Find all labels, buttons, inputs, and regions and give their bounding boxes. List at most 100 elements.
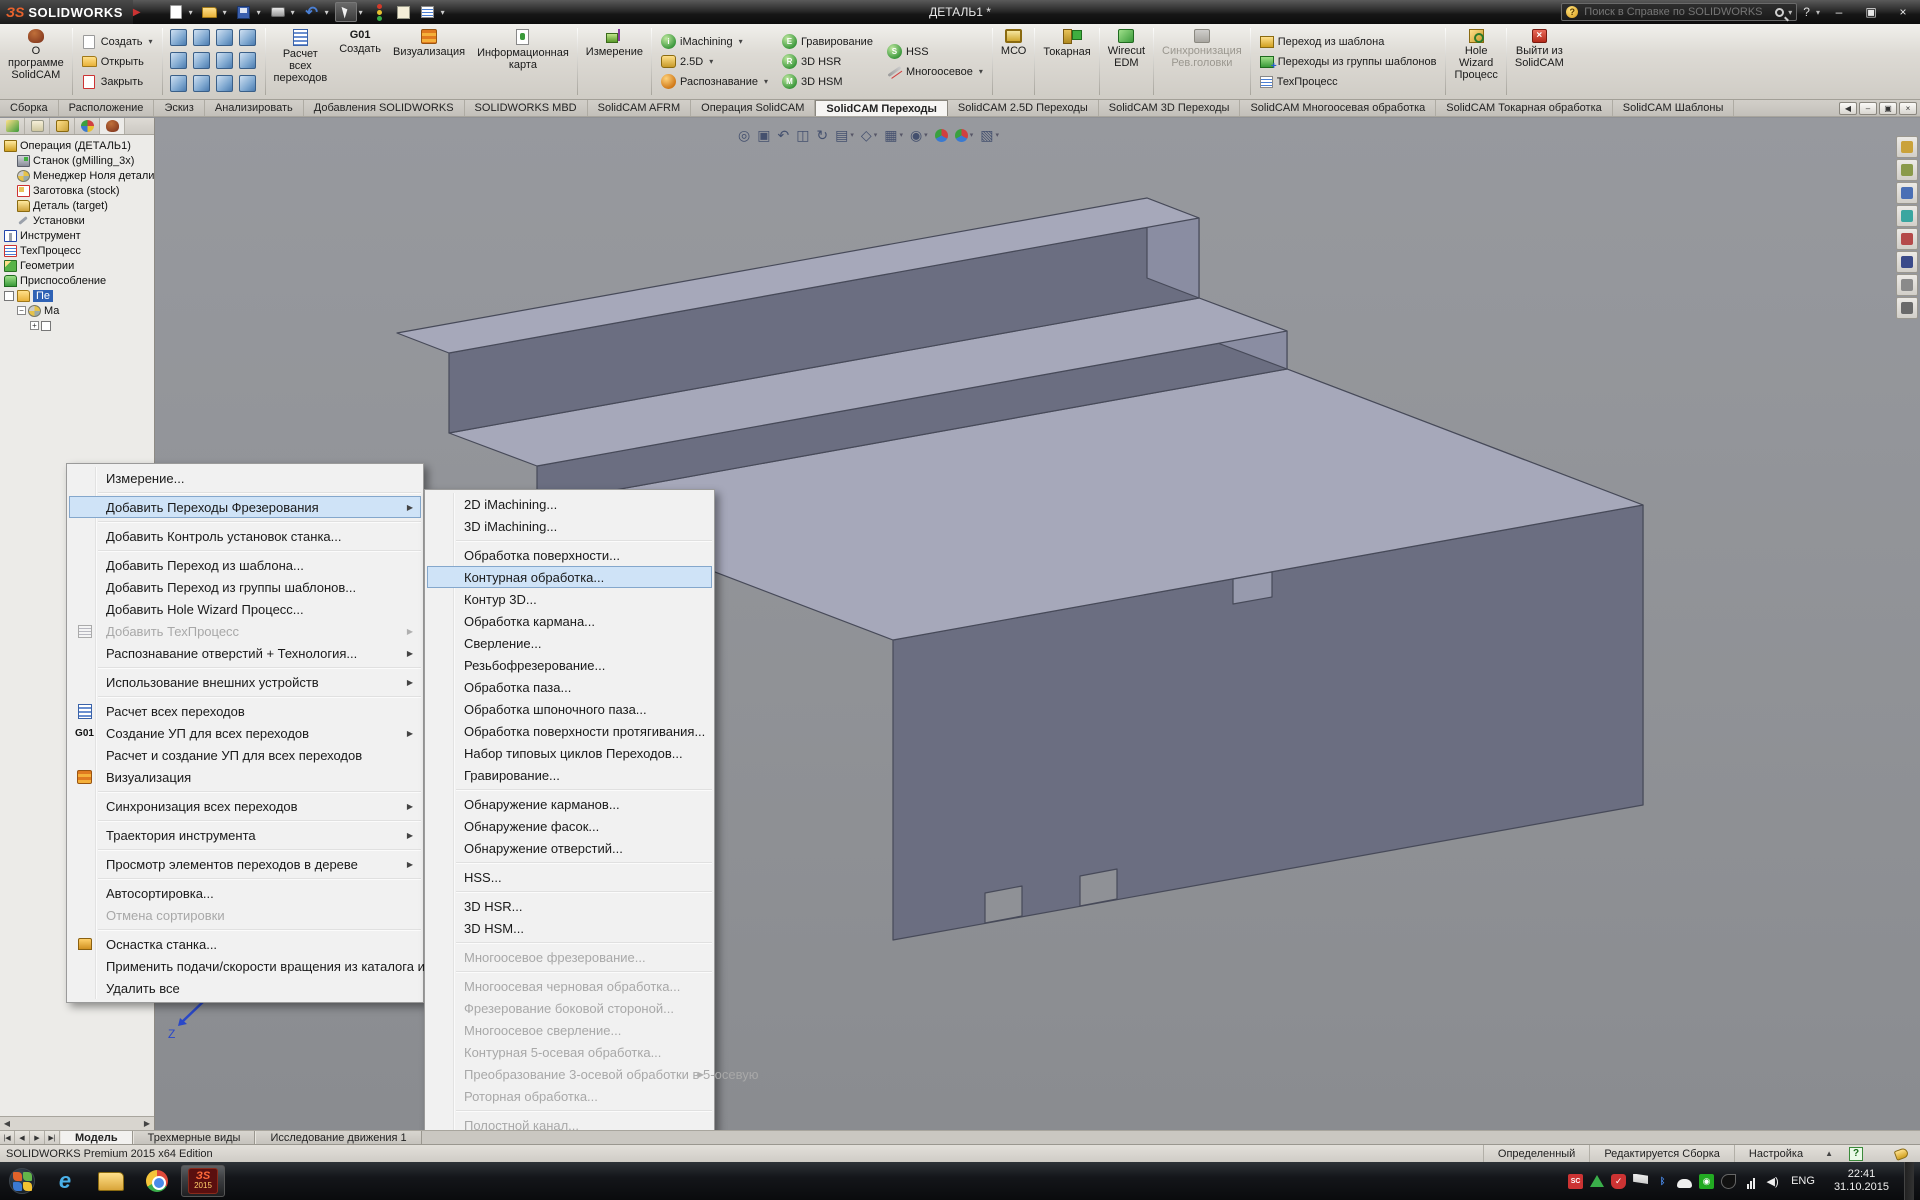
view-cube-icon[interactable] bbox=[170, 29, 187, 46]
menu-item[interactable]: Обработка паза... bbox=[427, 676, 712, 698]
menu-item[interactable]: Сверление... bbox=[427, 632, 712, 654]
tab-расположение[interactable]: Расположение bbox=[59, 100, 155, 116]
tab-solidcam-afrm[interactable]: SolidCAM AFRM bbox=[588, 100, 692, 116]
menu-item[interactable]: Траектория инструмента▶ bbox=[69, 824, 421, 846]
tree-item[interactable]: Инструмент bbox=[2, 228, 154, 243]
properties-button[interactable] bbox=[393, 2, 415, 22]
select-cursor-caret-icon[interactable]: ▾ bbox=[359, 8, 367, 17]
view-cube-icon[interactable] bbox=[193, 75, 210, 92]
scroll-left-icon[interactable]: ◀ bbox=[0, 1119, 14, 1128]
cam-home-button[interactable] bbox=[1896, 136, 1918, 158]
simulation-button[interactable]: Визуализация bbox=[387, 25, 471, 98]
new-document-button[interactable] bbox=[165, 2, 187, 22]
menu-item[interactable]: Применить подачи/скорости вращения из ка… bbox=[69, 955, 421, 977]
cam-stock-button[interactable] bbox=[1896, 228, 1918, 250]
volume-icon[interactable]: ◀) bbox=[1765, 1174, 1780, 1189]
operation-from-template-button[interactable]: Переход из шаблона bbox=[1257, 33, 1440, 51]
mco-button[interactable]: МСО bbox=[995, 25, 1032, 98]
view-cube-icon[interactable] bbox=[193, 29, 210, 46]
search-icon[interactable] bbox=[1775, 8, 1784, 17]
menu-item[interactable]: Расчет всех переходов bbox=[69, 700, 421, 722]
doc-tab[interactable]: Модель bbox=[60, 1131, 133, 1144]
help-button[interactable]: ? bbox=[1803, 5, 1810, 19]
view-cube-icon[interactable] bbox=[193, 52, 210, 69]
tab-property-manager[interactable] bbox=[25, 118, 50, 134]
tab-solidcam-manager[interactable] bbox=[100, 118, 125, 134]
menu-item[interactable]: Набор типовых циклов Переходов... bbox=[427, 742, 712, 764]
view-cube-icon[interactable] bbox=[216, 29, 233, 46]
hole-wizard-process-button[interactable]: HoleWizardПроцесс bbox=[1448, 25, 1503, 98]
restore-doc-button[interactable]: ▣ bbox=[1879, 102, 1897, 115]
tree-checkbox[interactable] bbox=[4, 291, 14, 301]
edit-appearance-button[interactable] bbox=[932, 128, 951, 143]
tree-checkbox[interactable] bbox=[41, 321, 51, 331]
operations-from-template-group-button[interactable]: Переходы из группы шаблонов bbox=[1257, 53, 1440, 71]
scroll-right-icon[interactable]: ▶ bbox=[140, 1119, 154, 1128]
flag-icon[interactable] bbox=[1633, 1174, 1648, 1189]
menu-item[interactable]: Добавить Контроль установок станка... bbox=[69, 525, 421, 547]
cam-setup-button[interactable] bbox=[1896, 159, 1918, 181]
help-caret-icon[interactable]: ▾ bbox=[1816, 8, 1820, 17]
menu-item[interactable]: Распознавание отверстий + Технология...▶ bbox=[69, 642, 421, 664]
menu-item[interactable]: Визуализация bbox=[69, 766, 421, 788]
tab-операция-solidcam[interactable]: Операция SolidCAM bbox=[691, 100, 815, 116]
menu-item[interactable]: Контур 3D... bbox=[427, 588, 712, 610]
tree-item[interactable]: Операция (ДЕТАЛЬ1) bbox=[2, 138, 154, 153]
menu-item[interactable]: 2D iMachining... bbox=[427, 493, 712, 515]
tree-item[interactable]: Установки bbox=[2, 213, 154, 228]
apply-scene-button[interactable]: ▾ bbox=[952, 128, 977, 143]
annotations-caret-icon[interactable]: ▾ bbox=[850, 131, 854, 139]
nvidia-icon[interactable]: ◉ bbox=[1699, 1174, 1714, 1189]
collapse-pane-button[interactable]: ◀ bbox=[1839, 102, 1857, 115]
calculate-all-operations-button[interactable]: Расчетвсехпереходов bbox=[268, 25, 334, 98]
about-solidcam-button[interactable]: ОпрограммеSolidCAM bbox=[2, 25, 70, 98]
next-tab-icon[interactable]: ▶ bbox=[30, 1131, 45, 1144]
start-button[interactable] bbox=[2, 1164, 42, 1198]
menu-item[interactable]: Автосортировка... bbox=[69, 882, 421, 904]
menu-item[interactable]: Добавить Переход из группы шаблонов... bbox=[69, 576, 421, 598]
cam-views-button[interactable] bbox=[1896, 297, 1918, 319]
close-doc-button[interactable]: × bbox=[1899, 102, 1917, 115]
tag-icon[interactable] bbox=[1894, 1147, 1910, 1161]
tree-item[interactable]: Пе bbox=[2, 288, 154, 303]
apply-scene-caret-icon[interactable]: ▾ bbox=[970, 131, 974, 139]
clock[interactable]: 22:4131.10.2015 bbox=[1826, 1168, 1897, 1194]
sc-monitor-icon[interactable]: SC bbox=[1568, 1174, 1583, 1189]
hide-show-items-button[interactable]: ◉▾ bbox=[907, 126, 931, 144]
menu-item[interactable]: Использование внешних устройств▶ bbox=[69, 671, 421, 693]
tree-horizontal-scrollbar[interactable]: ◀ ▶ bbox=[0, 1116, 154, 1130]
previous-view-button[interactable]: ↶ bbox=[774, 126, 792, 144]
tree-item[interactable]: Деталь (target) bbox=[2, 198, 154, 213]
menu-item[interactable]: Обнаружение карманов... bbox=[427, 793, 712, 815]
taskbar-internet-explorer[interactable]: e bbox=[43, 1165, 87, 1197]
view-settings-button[interactable]: ▧▾ bbox=[977, 126, 1002, 144]
hss-button[interactable]: SHSS bbox=[884, 43, 986, 61]
last-tab-icon[interactable]: ▶| bbox=[45, 1131, 60, 1144]
tab-solidcam-токарная-обработка[interactable]: SolidCAM Токарная обработка bbox=[1436, 100, 1612, 116]
menu-item[interactable]: Обнаружение фасок... bbox=[427, 815, 712, 837]
tab-добавления-solidworks[interactable]: Добавления SOLIDWORKS bbox=[304, 100, 465, 116]
tab-solidcam-3d-переходы[interactable]: SolidCAM 3D Переходы bbox=[1099, 100, 1241, 116]
menu-item[interactable]: Оснастка станка... bbox=[69, 933, 421, 955]
close-button[interactable]: × bbox=[1890, 3, 1916, 21]
techprocess-button[interactable]: ТехПроцесс bbox=[1257, 73, 1440, 91]
recognition-button[interactable]: Распознавание▾ bbox=[658, 73, 771, 91]
restore-button[interactable]: ▣ bbox=[1858, 3, 1884, 21]
menu-item[interactable]: Удалить все bbox=[69, 977, 421, 999]
cam-geometry-button[interactable] bbox=[1896, 182, 1918, 204]
wirecut-edm-button[interactable]: WirecutEDM bbox=[1102, 25, 1151, 98]
help-search-box[interactable]: ? ▾ bbox=[1561, 3, 1797, 21]
menu-item[interactable]: Обработка кармана... bbox=[427, 610, 712, 632]
new-caret-icon[interactable]: ▾ bbox=[149, 37, 153, 46]
tree-expander-plus-icon[interactable]: + bbox=[30, 321, 39, 330]
imachining-button[interactable]: iiMachining▾ bbox=[658, 33, 771, 51]
taskbar-solidworks[interactable]: ЗS2015 bbox=[181, 1165, 225, 1197]
undo-button[interactable]: ↶ bbox=[301, 2, 323, 22]
save-button[interactable] bbox=[233, 2, 255, 22]
save-caret-icon[interactable]: ▾ bbox=[257, 8, 265, 17]
menu-item[interactable]: Контурная обработка... bbox=[427, 566, 712, 588]
status-help-icon[interactable]: ? bbox=[1849, 1147, 1863, 1161]
generate-gcode-button[interactable]: G01 Создать bbox=[333, 25, 387, 98]
menu-item[interactable]: Добавить Переходы Фрезерования▶ bbox=[69, 496, 421, 518]
menu-item[interactable]: Резьбофрезерование... bbox=[427, 654, 712, 676]
